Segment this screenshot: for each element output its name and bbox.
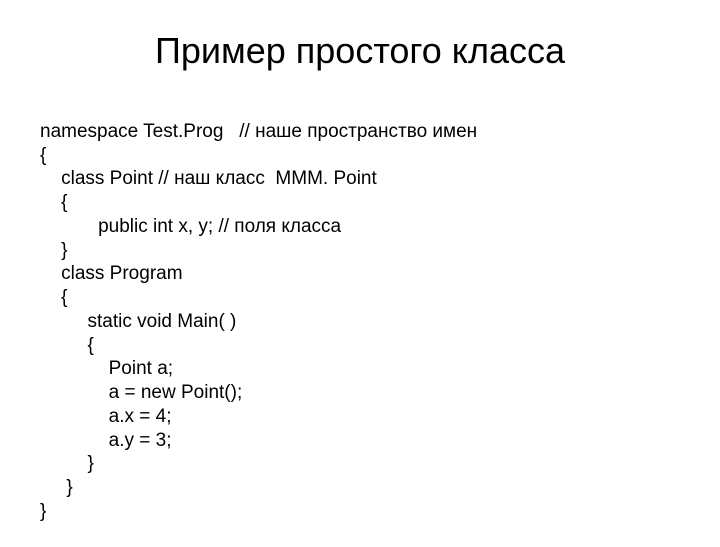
code-line: a.y = 3; bbox=[40, 430, 171, 451]
code-line: } bbox=[40, 501, 46, 522]
code-line: Point a; bbox=[40, 358, 173, 379]
slide: Пример простого класса namespace Test.Pr… bbox=[0, 0, 720, 540]
code-line: class Point // наш класс MMM. Point bbox=[40, 168, 377, 189]
code-line: static void Main( ) bbox=[40, 311, 236, 332]
code-block: namespace Test.Prog // наше пространство… bbox=[40, 96, 680, 547]
code-line: { bbox=[40, 145, 46, 166]
code-line: { bbox=[40, 287, 67, 308]
code-line: a.x = 4; bbox=[40, 406, 171, 427]
code-line: class Program bbox=[40, 263, 183, 284]
code-line: { bbox=[40, 192, 67, 213]
code-line: namespace Test.Prog // наше пространство… bbox=[40, 121, 477, 142]
code-line: } bbox=[40, 240, 67, 261]
code-line: } bbox=[40, 453, 94, 474]
code-line: a = new Point(); bbox=[40, 382, 242, 403]
code-line: { bbox=[40, 335, 94, 356]
code-line: } bbox=[40, 477, 73, 498]
slide-title: Пример простого класса bbox=[40, 30, 680, 72]
code-line: public int x, y; // поля класса bbox=[40, 216, 341, 237]
